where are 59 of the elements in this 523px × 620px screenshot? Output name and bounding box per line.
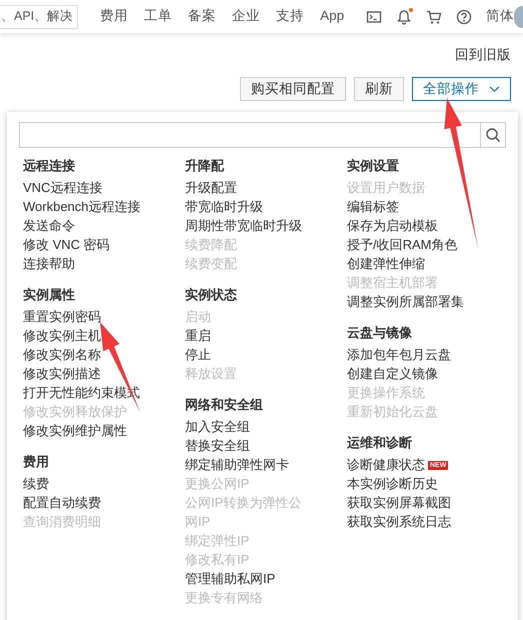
menu-item[interactable]: VNC远程连接 [23,178,173,197]
menu-item[interactable]: 创建自定义镜像 [347,364,497,383]
menu-item[interactable]: 停止 [185,345,305,364]
section-title: 实例设置 [347,157,400,175]
section-title: 云盘与镜像 [347,324,413,342]
menu-item[interactable]: 替换安全组 [185,436,305,455]
section-title: 实例状态 [185,286,238,304]
menu-item[interactable]: 加入安全组 [185,417,305,436]
menu-item[interactable]: 调整实例所属部署集 [347,292,497,311]
nav-link[interactable]: 支持 [276,6,304,27]
search-field[interactable]: 、API、解决 [0,4,78,28]
language-link[interactable]: 简体 [486,6,514,27]
terminal-icon[interactable] [366,8,382,24]
menu-item[interactable]: 重置实例密码 [23,307,173,326]
section-title: 费用 [23,453,50,471]
menu-item[interactable]: 本实例诊断历史 [347,474,497,493]
menu-item[interactable]: Workbench远程连接 [23,197,173,216]
section-title: 实例属性 [23,286,76,304]
section-title: 升降配 [185,157,226,175]
nav-link[interactable]: 企业 [232,6,260,27]
bell-icon[interactable] [396,8,412,24]
menu-item[interactable]: 绑定辅助弹性网卡 [185,455,305,474]
help-icon[interactable] [456,8,472,24]
menu-item[interactable]: 修改实例名称 [23,345,173,364]
menu-item[interactable]: 升级配置 [185,178,305,197]
nav-link[interactable]: App [320,6,344,27]
menu-item[interactable]: 授予/收回RAM角色 [347,235,497,254]
cart-icon[interactable] [426,8,442,24]
menu-item[interactable]: 添加包年包月云盘 [347,345,497,364]
menu-item[interactable]: 创建弹性伸缩 [347,254,497,273]
menu-item[interactable]: 配置自动续费 [23,493,173,512]
menu-item[interactable]: 发送命令 [23,216,173,235]
action-button[interactable]: 刷新 [354,77,404,102]
menu-item[interactable]: 保存为启动模板 [347,216,497,235]
menu-item[interactable]: 修改实例描述 [23,364,173,383]
menu-item[interactable]: 管理辅助私网IP [185,569,305,588]
legacy-link[interactable]: 回到旧版 [455,45,511,66]
menu-item[interactable]: 修改实例维护属性 [23,421,173,440]
menu-item[interactable]: 获取实例屏幕截图 [347,493,497,512]
menu-item[interactable]: 编辑标签 [347,197,497,216]
nav-link[interactable]: 工单 [144,6,172,27]
menu-item[interactable]: 周期性带宽临时升级 [185,216,305,235]
menu-item[interactable]: 修改实例主机 [23,326,173,345]
menu-item[interactable]: 连接帮助 [23,254,173,273]
caret-icon [489,86,500,93]
nav-link[interactable]: 费用 [100,6,128,27]
section-title: 网络和安全组 [185,396,264,414]
section-title: 运维和诊断 [347,434,413,452]
action-button[interactable]: 购买相同配置 [240,77,346,102]
nav-link[interactable]: 备案 [188,6,216,27]
menu-item[interactable]: 重启 [185,326,305,345]
dropdown-button[interactable]: 全部操作 [412,77,511,102]
search-icon[interactable] [485,127,501,143]
menu-item[interactable]: 修改 VNC 密码 [23,235,173,254]
search-field[interactable] [19,122,506,148]
menu-item[interactable]: 续费 [23,474,173,493]
menu-item[interactable]: 获取实例系统日志 [347,512,497,531]
section-title: 远程连接 [23,157,76,175]
menu-item[interactable]: 带宽临时升级 [185,197,305,216]
